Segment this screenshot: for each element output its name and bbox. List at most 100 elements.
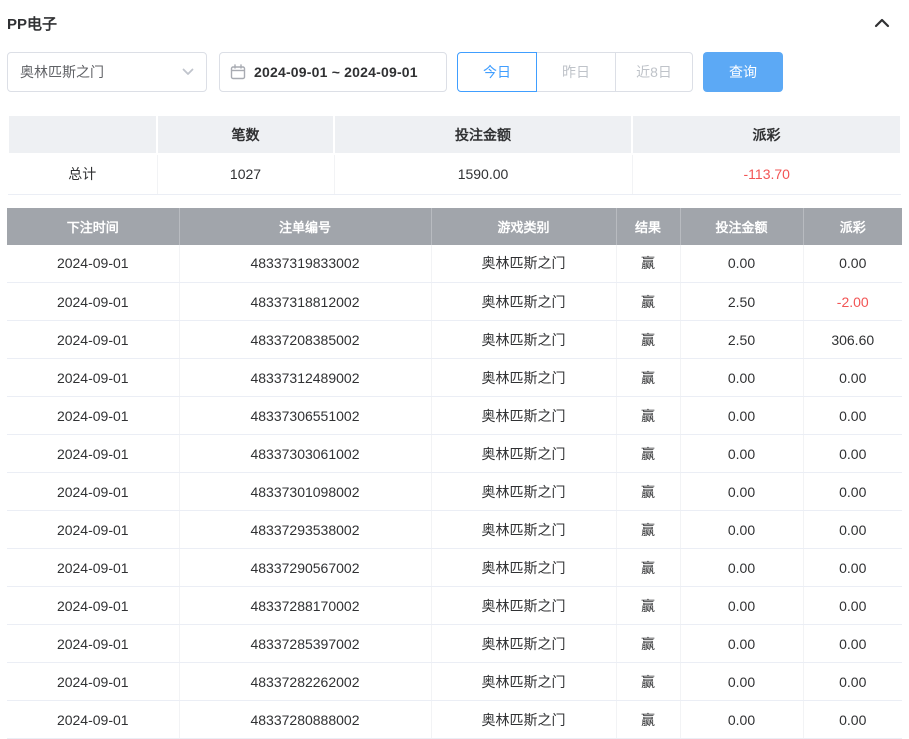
cell-game-type: 奥林匹斯之门: [431, 321, 616, 359]
cell-result: 赢: [616, 587, 680, 625]
records-body: 2024-09-01 48337319833002 奥林匹斯之门 赢 0.00 …: [7, 245, 902, 739]
table-row: 2024-09-01 48337301098002 奥林匹斯之门 赢 0.00 …: [7, 473, 902, 511]
cell-result: 赢: [616, 511, 680, 549]
table-row: 2024-09-01 48337290567002 奥林匹斯之门 赢 0.00 …: [7, 549, 902, 587]
cell-bet-amount: 2.50: [680, 321, 803, 359]
col-header-result: 结果: [616, 208, 680, 245]
cell-bet-time: 2024-09-01: [7, 625, 179, 663]
cell-game-type: 奥林匹斯之门: [431, 625, 616, 663]
cell-game-type: 奥林匹斯之门: [431, 511, 616, 549]
cell-game-type: 奥林匹斯之门: [431, 283, 616, 321]
table-row: 2024-09-01 48337318812002 奥林匹斯之门 赢 2.50 …: [7, 283, 902, 321]
cell-game-type: 奥林匹斯之门: [431, 587, 616, 625]
table-row: 2024-09-01 48337208385002 奥林匹斯之门 赢 2.50 …: [7, 321, 902, 359]
cell-order-id: 48337301098002: [179, 473, 431, 511]
cell-bet-amount: 0.00: [680, 625, 803, 663]
cell-result: 赢: [616, 663, 680, 701]
col-header-payout: 派彩: [803, 208, 902, 245]
cell-bet-time: 2024-09-01: [7, 321, 179, 359]
cell-payout: 0.00: [803, 511, 902, 549]
cell-payout: 306.60: [803, 321, 902, 359]
cell-bet-time: 2024-09-01: [7, 587, 179, 625]
cell-payout: 0.00: [803, 473, 902, 511]
cell-result: 赢: [616, 283, 680, 321]
cell-payout: 0.00: [803, 549, 902, 587]
summary-total-row: 总计 1027 1590.00 -113.70: [8, 154, 901, 194]
col-header-bet-amount: 投注金额: [680, 208, 803, 245]
cell-order-id: 48337288170002: [179, 587, 431, 625]
total-payout: -113.70: [632, 154, 901, 194]
cell-payout: 0.00: [803, 587, 902, 625]
panel-title: PP电子: [7, 13, 57, 34]
cell-result: 赢: [616, 245, 680, 283]
cell-game-type: 奥林匹斯之门: [431, 663, 616, 701]
cell-result: 赢: [616, 359, 680, 397]
table-row: 2024-09-01 48337312489002 奥林匹斯之门 赢 0.00 …: [7, 359, 902, 397]
chevron-up-icon: [874, 18, 890, 28]
cell-result: 赢: [616, 473, 680, 511]
cell-payout: -2.00: [803, 283, 902, 321]
cell-bet-time: 2024-09-01: [7, 435, 179, 473]
table-row: 2024-09-01 48337280888002 奥林匹斯之门 赢 0.00 …: [7, 701, 902, 739]
cell-payout: 0.00: [803, 435, 902, 473]
total-count: 1027: [157, 154, 334, 194]
col-header-order-id: 注单编号: [179, 208, 431, 245]
cell-game-type: 奥林匹斯之门: [431, 435, 616, 473]
cell-payout: 0.00: [803, 245, 902, 283]
table-row: 2024-09-01 48337282262002 奥林匹斯之门 赢 0.00 …: [7, 663, 902, 701]
cell-order-id: 48337208385002: [179, 321, 431, 359]
cell-bet-amount: 0.00: [680, 511, 803, 549]
cell-result: 赢: [616, 435, 680, 473]
search-button[interactable]: 查询: [703, 52, 783, 92]
pp-panel: PP电子 奥林匹斯之门 2024-09-01 ~ 2024: [0, 0, 909, 739]
cell-bet-time: 2024-09-01: [7, 663, 179, 701]
cell-bet-time: 2024-09-01: [7, 283, 179, 321]
cell-bet-amount: 0.00: [680, 435, 803, 473]
summary-col-bet-amount: 投注金额: [334, 115, 632, 154]
cell-result: 赢: [616, 625, 680, 663]
chevron-down-icon: [182, 68, 194, 76]
col-header-game-type: 游戏类别: [431, 208, 616, 245]
cell-order-id: 48337303061002: [179, 435, 431, 473]
cell-game-type: 奥林匹斯之门: [431, 397, 616, 435]
table-row: 2024-09-01 48337293538002 奥林匹斯之门 赢 0.00 …: [7, 511, 902, 549]
cell-bet-amount: 0.00: [680, 473, 803, 511]
game-select[interactable]: 奥林匹斯之门: [7, 52, 207, 92]
table-row: 2024-09-01 48337288170002 奥林匹斯之门 赢 0.00 …: [7, 587, 902, 625]
cell-result: 赢: [616, 549, 680, 587]
cell-order-id: 48337319833002: [179, 245, 431, 283]
cell-order-id: 48337282262002: [179, 663, 431, 701]
cell-bet-amount: 0.00: [680, 397, 803, 435]
quick-button-yesterday[interactable]: 昨日: [536, 52, 616, 92]
collapse-button[interactable]: [868, 9, 896, 37]
table-row: 2024-09-01 48337285397002 奥林匹斯之门 赢 0.00 …: [7, 625, 902, 663]
cell-bet-time: 2024-09-01: [7, 511, 179, 549]
summary-table: 笔数 投注金额 派彩 总计 1027 1590.00 -113.70: [7, 114, 902, 195]
cell-bet-amount: 0.00: [680, 245, 803, 283]
cell-bet-amount: 0.00: [680, 663, 803, 701]
cell-game-type: 奥林匹斯之门: [431, 549, 616, 587]
summary-col-count: 笔数: [157, 115, 334, 154]
cell-bet-time: 2024-09-01: [7, 245, 179, 283]
total-label: 总计: [8, 154, 157, 194]
cell-payout: 0.00: [803, 359, 902, 397]
records-table: 下注时间 注单编号 游戏类别 结果 投注金额 派彩 2024-09-01 483…: [7, 208, 902, 739]
quick-button-today[interactable]: 今日: [457, 52, 537, 92]
date-range-picker[interactable]: 2024-09-01 ~ 2024-09-01: [219, 52, 447, 92]
date-range-value: 2024-09-01 ~ 2024-09-01: [254, 64, 418, 80]
quick-button-last-8-days[interactable]: 近8日: [615, 52, 693, 92]
cell-game-type: 奥林匹斯之门: [431, 245, 616, 283]
cell-game-type: 奥林匹斯之门: [431, 359, 616, 397]
cell-bet-time: 2024-09-01: [7, 359, 179, 397]
col-header-bet-time: 下注时间: [7, 208, 179, 245]
cell-game-type: 奥林匹斯之门: [431, 473, 616, 511]
cell-bet-time: 2024-09-01: [7, 701, 179, 739]
cell-order-id: 48337290567002: [179, 549, 431, 587]
summary-col-payout: 派彩: [632, 115, 901, 154]
cell-result: 赢: [616, 701, 680, 739]
cell-bet-amount: 0.00: [680, 701, 803, 739]
cell-result: 赢: [616, 321, 680, 359]
cell-order-id: 48337285397002: [179, 625, 431, 663]
summary-col-blank: [8, 115, 157, 154]
cell-order-id: 48337293538002: [179, 511, 431, 549]
